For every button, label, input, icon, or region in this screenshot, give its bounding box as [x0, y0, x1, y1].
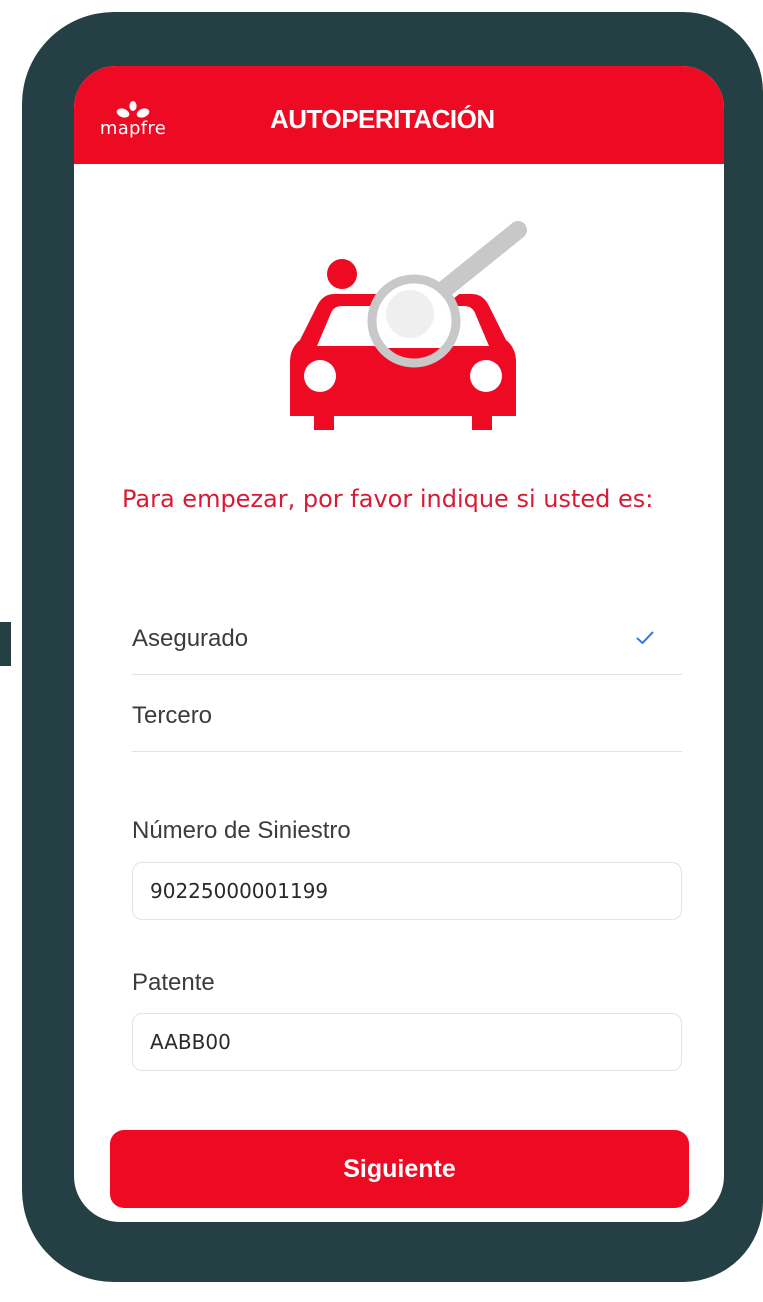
claim-number-input[interactable]: [132, 862, 682, 920]
role-option-tercero[interactable]: Tercero: [132, 674, 682, 752]
plate-input[interactable]: [132, 1013, 682, 1071]
brand-name: mapfre: [99, 118, 167, 139]
page: mapfre AUTOPERITACIÓN Para empezar, por …: [0, 0, 763, 1302]
edge-marker: [0, 622, 11, 666]
page-title: AUTOPERITACIÓN: [270, 104, 495, 134]
brand-logo: mapfre: [88, 100, 178, 150]
role-option-label: Tercero: [132, 702, 213, 729]
app-screen: mapfre AUTOPERITACIÓN Para empezar, por …: [74, 66, 724, 1222]
role-option-asegurado[interactable]: Asegurado: [132, 597, 682, 675]
check-icon: [636, 631, 654, 644]
plate-label: Patente: [132, 969, 215, 996]
intro-text: Para empezar, por favor indique si usted…: [122, 485, 654, 513]
car-inspection-icon: [290, 217, 531, 430]
app-header: mapfre AUTOPERITACIÓN: [74, 66, 724, 164]
role-option-label: Asegurado: [132, 625, 249, 652]
next-button[interactable]: Siguiente: [110, 1130, 689, 1208]
claim-number-label: Número de Siniestro: [132, 817, 351, 844]
